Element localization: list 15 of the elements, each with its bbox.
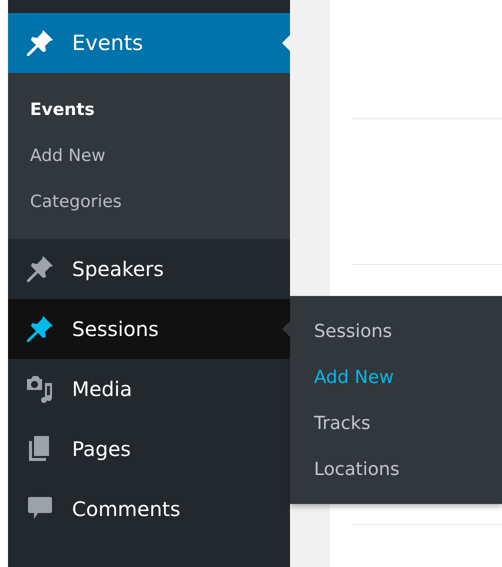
submenu-item[interactable]: Categories	[8, 179, 290, 225]
pin-icon	[24, 253, 56, 285]
submenu-item[interactable]: Add New	[8, 133, 290, 179]
submenu-item[interactable]: Events	[8, 87, 290, 133]
pin-icon	[24, 27, 56, 59]
menu-item[interactable]: Comments	[8, 479, 290, 539]
menu-item[interactable]: Events	[8, 13, 290, 73]
menu-item[interactable]: Pages	[8, 419, 290, 479]
menu-item[interactable]: Media	[8, 359, 290, 419]
flyout-item[interactable]: Sessions	[290, 308, 502, 354]
menu-item[interactable]: Speakers	[8, 239, 290, 299]
flyout-item[interactable]: Locations	[290, 446, 502, 492]
flyout-item[interactable]: Tracks	[290, 400, 502, 446]
pin-icon	[24, 313, 56, 345]
flyout-item[interactable]: Add New	[290, 354, 502, 400]
